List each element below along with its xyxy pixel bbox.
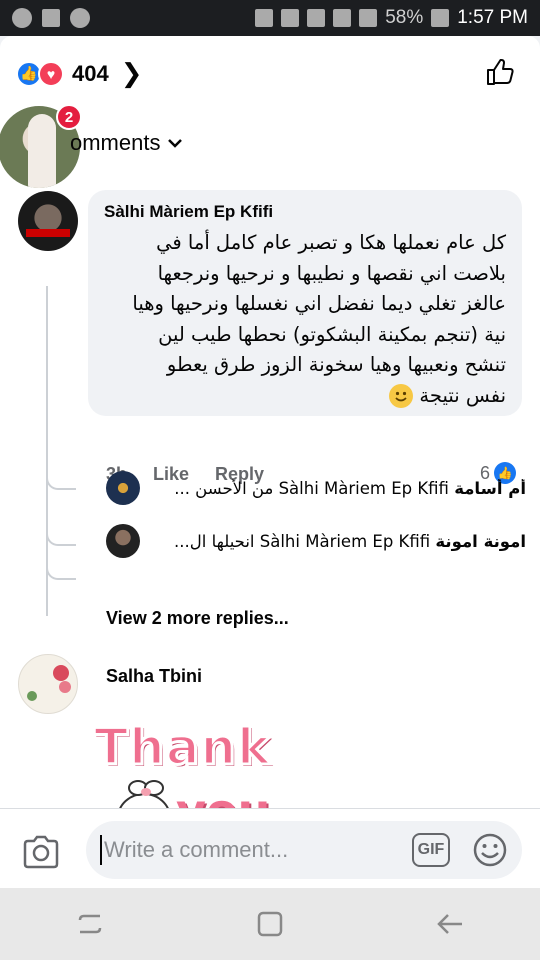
text-caret bbox=[100, 835, 102, 865]
back-button[interactable] bbox=[430, 904, 470, 944]
battery-percent: 58% bbox=[385, 7, 424, 28]
comment-line: عالغز تغلي ديما نفضل اني نغسلها ونرحيها … bbox=[132, 292, 506, 315]
emoji-icon[interactable] bbox=[472, 832, 508, 868]
thread-elbow bbox=[46, 566, 76, 580]
back-arrow-icon bbox=[437, 914, 462, 934]
home-button[interactable] bbox=[250, 904, 290, 944]
reactions-summary[interactable]: 👍 ♥ 404 ❯ bbox=[16, 58, 143, 89]
comment-author[interactable]: Sàlhi Màriem Ep Kfifi bbox=[104, 202, 506, 222]
thread-elbow bbox=[46, 532, 76, 546]
gallery-status-icon bbox=[42, 9, 60, 27]
comment-line: نفس نتيجة bbox=[419, 383, 506, 407]
system-nav-bar bbox=[0, 888, 540, 960]
comments-sheet: 👍 ♥ 404 ❯ 2 omments Sàlhi Màriem Ep Kfif… bbox=[0, 36, 540, 888]
battery-icon bbox=[431, 9, 450, 27]
sim-icon bbox=[333, 9, 352, 27]
chevron-down-icon bbox=[168, 139, 183, 148]
wifi-icon bbox=[307, 9, 326, 27]
comment-line: نية (تنجم بمكينة البشكوتو) نحطها طيب لين bbox=[158, 322, 506, 346]
comment-composer: Write a comment... GIF bbox=[0, 808, 540, 888]
comment-line: كل عام نعملها هكا و تصبر عام كامل أما في bbox=[156, 231, 506, 254]
alarm-icon bbox=[281, 9, 300, 27]
gif-icon[interactable]: GIF bbox=[412, 833, 450, 867]
camera-icon[interactable] bbox=[22, 835, 60, 869]
smile-emoji-icon bbox=[389, 384, 414, 408]
view-more-replies-link[interactable]: View 2 more replies... bbox=[106, 608, 289, 629]
reply-text: أم أسامة Sàlhi Màriem Ep Kfifi من الأحسن… bbox=[152, 479, 526, 498]
reply-preview[interactable]: امونة امونة Sàlhi Màriem Ep Kfifi انحيله… bbox=[106, 523, 526, 559]
reply-author[interactable]: امونة امونة bbox=[435, 532, 526, 551]
notification-badge: 2 bbox=[56, 104, 82, 130]
reaction-count: 404 bbox=[72, 60, 109, 86]
messenger-status-icon bbox=[12, 8, 32, 28]
comment-input-placeholder: Write a comment... bbox=[104, 837, 289, 862]
clock: 1:57 PM bbox=[457, 7, 528, 28]
commenter-avatar[interactable] bbox=[18, 191, 78, 251]
home-icon bbox=[257, 911, 283, 937]
sticker-text-thank: Thank bbox=[92, 717, 272, 778]
reply-mention[interactable]: Sàlhi Màriem Ep Kfifi bbox=[279, 479, 449, 498]
comments-sort-label: omments bbox=[70, 130, 161, 155]
love-reaction-icon: ♥ bbox=[38, 60, 64, 87]
reply-snippet: انحيلها ال... bbox=[174, 531, 255, 551]
like-outline-icon[interactable] bbox=[484, 56, 516, 88]
thread-elbow bbox=[46, 476, 76, 490]
mute-icon bbox=[255, 9, 274, 27]
comment-line: تنشح ونعبيها وهيا سخونة الزوز طرق يعطو bbox=[166, 353, 506, 376]
messenger-chat-status-icon bbox=[70, 8, 90, 28]
reply-snippet: من الأحسن ... bbox=[174, 478, 274, 498]
commenter-avatar[interactable] bbox=[18, 654, 78, 714]
reply-preview[interactable]: أم أسامة Sàlhi Màriem Ep Kfifi من الأحسن… bbox=[106, 470, 526, 506]
chevron-right-icon: ❯ bbox=[120, 58, 143, 88]
comment-text: كل عام نعملها هكا و تصبر عام كامل أما في… bbox=[104, 228, 506, 411]
status-bar: 58% 1:57 PM bbox=[0, 0, 540, 36]
comment-line-last: نفس نتيجة bbox=[104, 381, 506, 412]
reply-mention[interactable]: Sàlhi Màriem Ep Kfifi bbox=[260, 532, 430, 551]
comments-sort-dropdown[interactable]: omments bbox=[70, 130, 183, 156]
recent-apps-button[interactable] bbox=[70, 904, 110, 944]
reply-avatar[interactable] bbox=[106, 524, 140, 558]
comment-author[interactable]: Salha Tbini bbox=[106, 666, 202, 687]
reply-text: امونة امونة Sàlhi Màriem Ep Kfifi انحيله… bbox=[152, 532, 526, 551]
signal-icon bbox=[359, 9, 378, 27]
comment-input[interactable]: Write a comment... GIF bbox=[86, 821, 522, 879]
comment-line: بلاصت اني نقصها و نطيبها و نرحيها ونرجعه… bbox=[157, 261, 506, 285]
recent-apps-icon bbox=[78, 914, 102, 934]
comment-bubble[interactable]: Sàlhi Màriem Ep Kfifi كل عام نعملها هكا … bbox=[88, 190, 522, 416]
reply-avatar[interactable] bbox=[106, 471, 140, 505]
reply-author[interactable]: أم أسامة bbox=[454, 479, 526, 498]
